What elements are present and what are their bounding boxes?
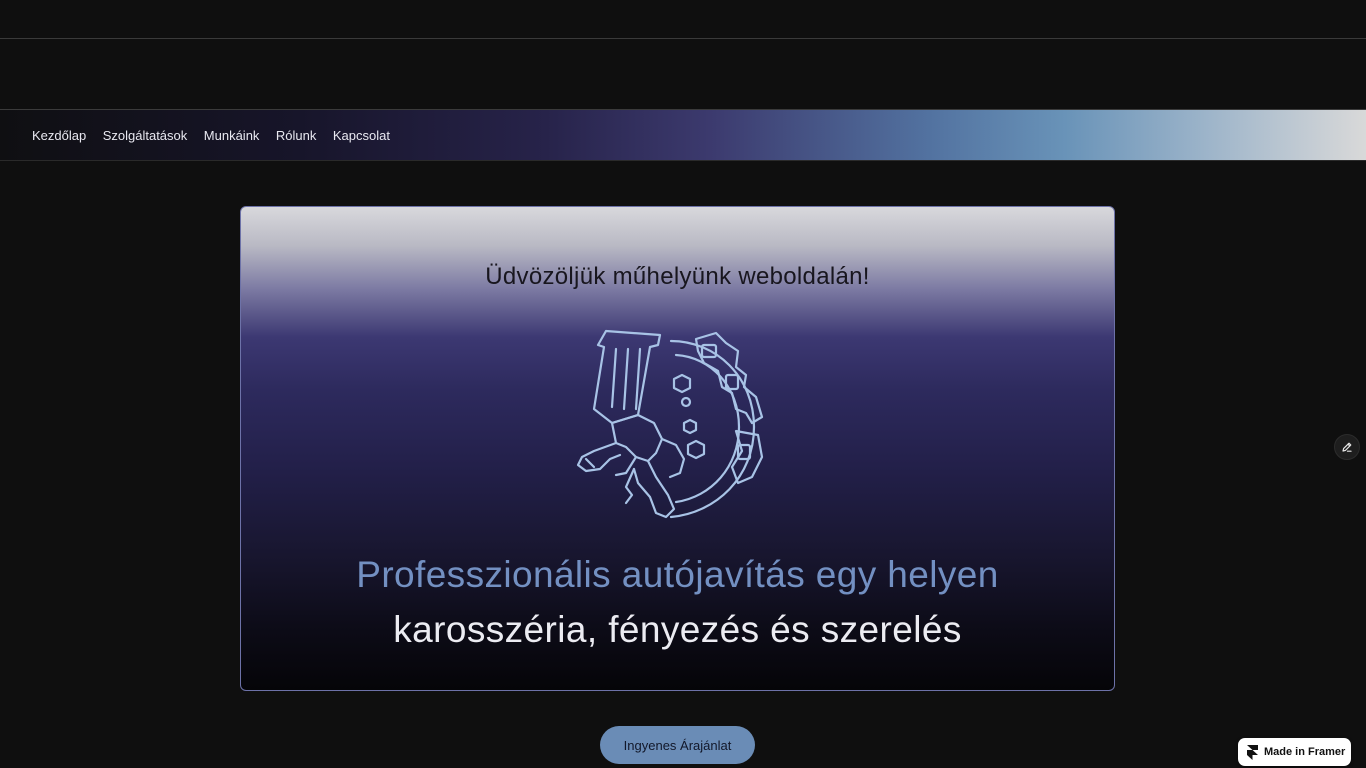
edit-button[interactable] bbox=[1334, 434, 1360, 460]
hero-card: Üdvözöljük műhelyünk weboldalán! Profess… bbox=[240, 206, 1115, 691]
main-navigation: Kezdőlap Szolgáltatások Munkáink Rólunk … bbox=[0, 109, 1366, 161]
hero-subheadline: karosszéria, fényezés és szerelés bbox=[393, 609, 962, 650]
hero-headline: Professzionális autójavítás egy helyen bbox=[356, 554, 999, 595]
nav-item-services[interactable]: Szolgáltatások bbox=[103, 128, 188, 143]
nav-item-home[interactable]: Kezdőlap bbox=[32, 128, 86, 143]
framer-logo-icon bbox=[1247, 744, 1258, 760]
nav-item-contact[interactable]: Kapcsolat bbox=[333, 128, 390, 143]
spray-gun-brake-disc-icon bbox=[576, 329, 764, 519]
hero-title: Üdvözöljük műhelyünk weboldalán! bbox=[485, 263, 870, 290]
nav-item-about[interactable]: Rólunk bbox=[276, 128, 316, 143]
top-bar bbox=[0, 0, 1366, 39]
free-quote-button[interactable]: Ingyenes Árajánlat bbox=[600, 726, 755, 764]
framer-badge-label: Made in Framer bbox=[1264, 746, 1346, 758]
nav-item-works[interactable]: Munkáink bbox=[204, 128, 260, 143]
pencil-icon bbox=[1342, 442, 1352, 452]
made-in-framer-badge[interactable]: Made in Framer bbox=[1238, 738, 1351, 766]
